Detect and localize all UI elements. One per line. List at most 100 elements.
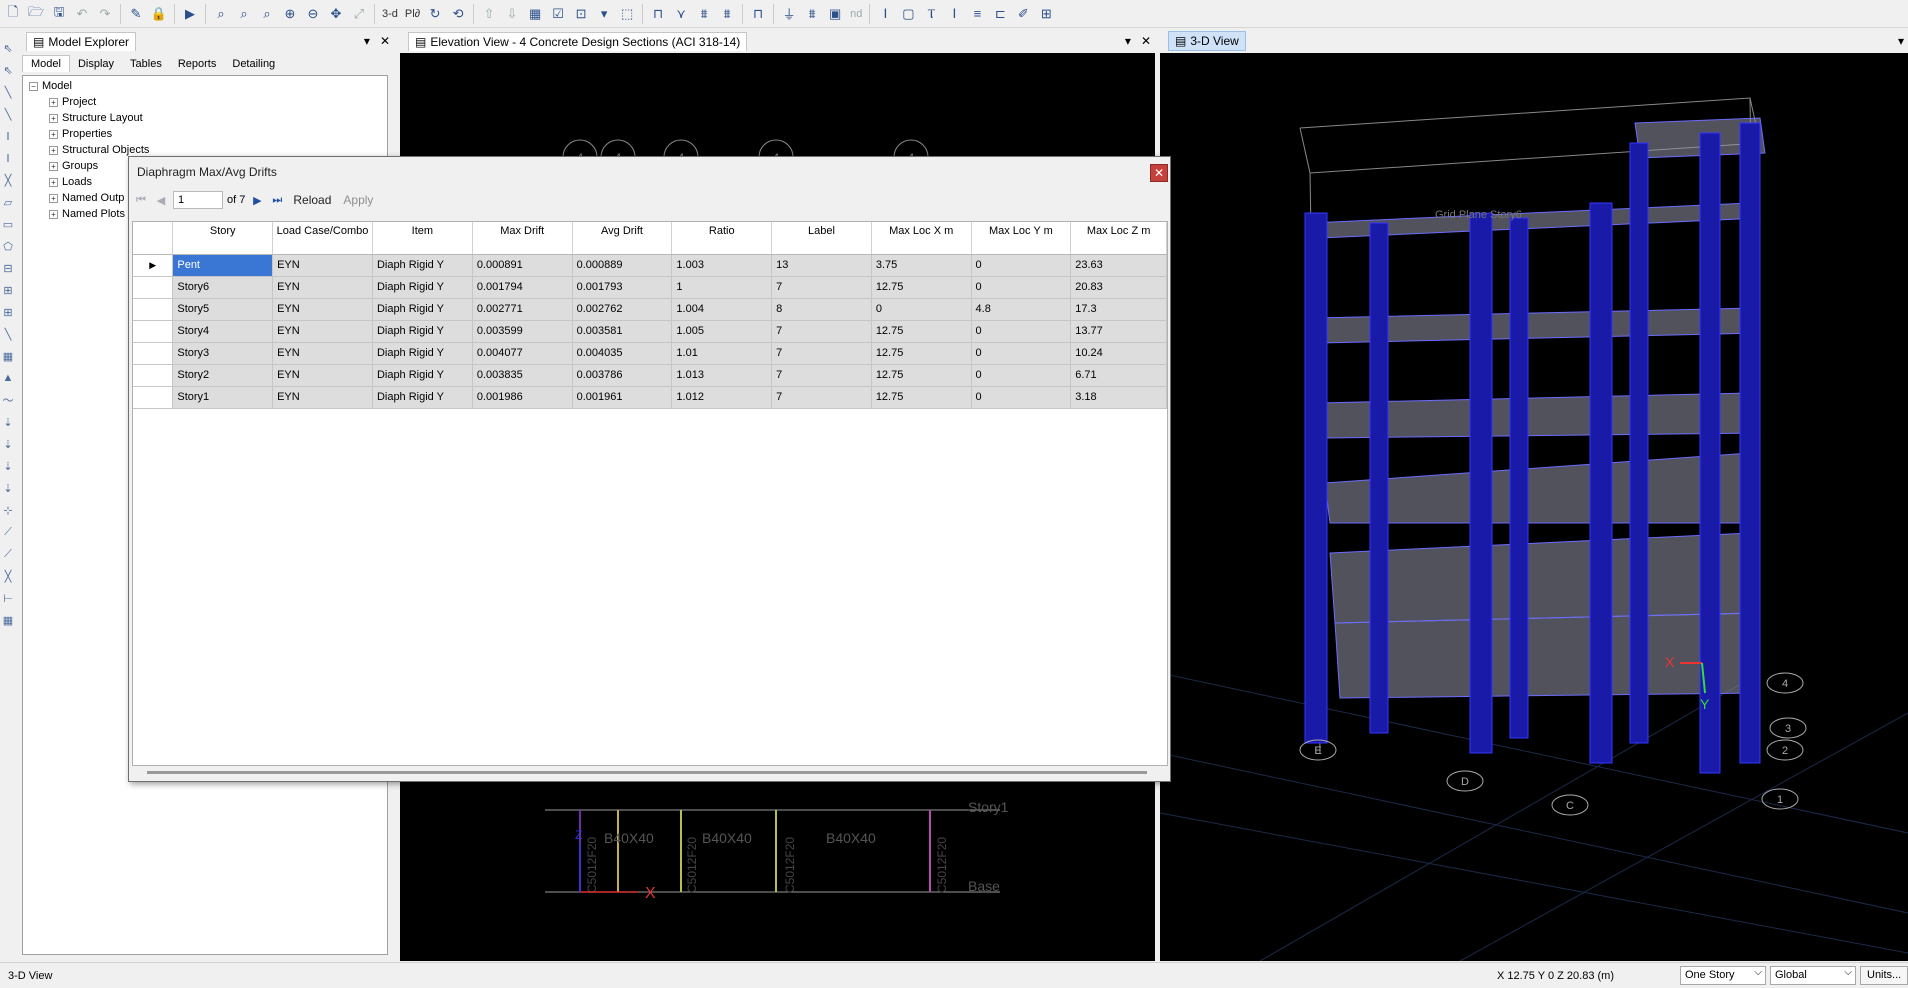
expand-icon[interactable]: +	[49, 209, 58, 219]
column-header[interactable]: Ratio	[671, 222, 773, 255]
run-analysis-icon[interactable]: ▶	[179, 3, 201, 25]
table-cell[interactable]: 3.18	[1070, 386, 1167, 409]
table-cell[interactable]: 12.75	[871, 342, 972, 365]
table-cell[interactable]: Diaph Rigid Y	[372, 320, 473, 343]
table-cell[interactable]: 23.63	[1070, 254, 1167, 277]
table-cell[interactable]: 1.005	[671, 320, 773, 343]
table-cell[interactable]: 0.001961	[572, 386, 673, 409]
line-style-icon[interactable]: ≡	[966, 3, 988, 25]
table-cell[interactable]: Diaph Rigid Y	[372, 386, 473, 409]
column-icon[interactable]: Ⲧ	[920, 3, 942, 25]
table-cell[interactable]: 13	[771, 254, 872, 277]
table-cell[interactable]: 1.012	[671, 386, 773, 409]
select-pointer-icon[interactable]: ⇖	[1, 38, 15, 58]
area-icon[interactable]: ▢	[897, 3, 919, 25]
expand-icon[interactable]: +	[49, 177, 58, 187]
table-cell[interactable]: 0.001794	[472, 276, 573, 299]
reload-button[interactable]: Reload	[289, 193, 335, 207]
table-row[interactable]: ▶ Pent EYN Diaph Rigid Y 0.000891 0.000889 1.0…	[133, 254, 1167, 277]
table-cell[interactable]: 1.013	[671, 364, 773, 387]
plan-view-button[interactable]: Pl∂	[402, 3, 423, 25]
table-cell[interactable]: 0	[971, 364, 1072, 387]
table-cell[interactable]: EYN	[272, 320, 373, 343]
last-page-icon[interactable]: ⏭	[269, 192, 285, 208]
table-cell[interactable]: 7	[771, 342, 872, 365]
units-button[interactable]: Units...	[1860, 966, 1908, 985]
column-header[interactable]: Max Loc Z m	[1070, 222, 1167, 255]
table-cell[interactable]: 0	[971, 342, 1072, 365]
expand-icon[interactable]: +	[49, 193, 58, 203]
view-3d-button[interactable]: 3-d	[379, 3, 401, 25]
pan-icon[interactable]: ✥	[325, 3, 347, 25]
redo-icon[interactable]: ↷	[94, 3, 116, 25]
expand-icon[interactable]: +	[49, 97, 58, 107]
next-page-icon[interactable]: ▶	[249, 192, 265, 208]
draw-column-icon[interactable]: Ⅰ	[1, 126, 15, 146]
table-cell[interactable]: 0	[971, 320, 1072, 343]
table-cell[interactable]: Story3	[172, 342, 274, 365]
table-cell[interactable]: 4.8	[971, 298, 1072, 321]
draw-spring-icon[interactable]: ⇣	[1, 434, 15, 454]
table-cell[interactable]: 0	[971, 386, 1072, 409]
table-cell[interactable]: 3.75	[871, 254, 972, 277]
table-cell[interactable]: EYN	[272, 298, 373, 321]
table-cell[interactable]: EYN	[272, 386, 373, 409]
zoom-previous-icon[interactable]: ⌕	[256, 3, 278, 25]
tab-detailing[interactable]: Detailing	[224, 56, 283, 72]
open-icon[interactable]: 🗁	[25, 3, 47, 25]
section-cut-icon[interactable]: ▣	[824, 3, 846, 25]
row-header[interactable]: ▶	[133, 254, 174, 277]
draw-wall-stack-icon[interactable]: ⊞	[1, 302, 15, 322]
opening-icon[interactable]: ⊏	[989, 3, 1011, 25]
row-header[interactable]	[133, 342, 174, 365]
panel-close-icon[interactable]: ✕	[1141, 34, 1151, 48]
nd-button[interactable]: nd	[847, 3, 865, 25]
table-cell[interactable]: 1.01	[671, 342, 773, 365]
support-icon[interactable]: ⏚	[778, 3, 800, 25]
tree-node-properties[interactable]: + Properties	[23, 126, 387, 142]
table-cell[interactable]: 0.003599	[472, 320, 573, 343]
tree-node-project[interactable]: + Project	[23, 94, 387, 110]
draw-rect-icon[interactable]: ▭	[1, 214, 15, 234]
table-cell[interactable]: 0.003835	[472, 364, 573, 387]
table-row[interactable]: Story4 EYN Diaph Rigid Y 0.003599 0.003581 1.…	[133, 320, 1167, 343]
column-header[interactable]: Max Drift	[472, 222, 573, 255]
perspective-icon[interactable]: ⟲	[447, 3, 469, 25]
draw-frame-icon[interactable]: ⊓	[647, 3, 669, 25]
column-header[interactable]: Max Loc X m	[871, 222, 972, 255]
table-cell[interactable]: 0.000891	[472, 254, 573, 277]
tab-reports[interactable]: Reports	[170, 56, 225, 72]
table-cell[interactable]: 17.3	[1070, 298, 1167, 321]
row-header[interactable]	[133, 386, 174, 409]
table-cell[interactable]: 7	[771, 386, 872, 409]
panel-menu-icon[interactable]: ▾	[1125, 34, 1131, 48]
table-cell[interactable]: Diaph Rigid Y	[372, 342, 473, 365]
column-header[interactable]: Item	[372, 222, 473, 255]
table-cell[interactable]: 0.004077	[472, 342, 573, 365]
table-cell[interactable]: Story6	[172, 276, 274, 299]
zoom-restore-icon[interactable]: ⌕	[233, 3, 255, 25]
undo-icon[interactable]: ↶	[71, 3, 93, 25]
draw-point-icon[interactable]: ▲	[1, 368, 15, 388]
table-cell[interactable]: 12.75	[871, 276, 972, 299]
table-cell[interactable]: Story1	[172, 386, 274, 409]
column-header[interactable]: Avg Drift	[572, 222, 673, 255]
draw-brace-icon[interactable]: ⋎	[670, 3, 692, 25]
3d-view-tab[interactable]: ▤ 3-D View	[1168, 31, 1246, 51]
column-header[interactable]: Label	[771, 222, 872, 255]
table-cell[interactable]: Diaph Rigid Y	[372, 298, 473, 321]
row-header[interactable]	[133, 320, 174, 343]
zoom-out-icon[interactable]: ⊖	[302, 3, 324, 25]
snap-end-icon[interactable]: ⟋	[1, 544, 15, 564]
tab-display[interactable]: Display	[70, 56, 122, 72]
model-explorer-tab[interactable]: ▤ Model Explorer	[26, 31, 137, 51]
draw-slab-icon[interactable]: ⩩	[716, 3, 738, 25]
snap-perp-icon[interactable]: ⊢	[1, 588, 15, 608]
table-row[interactable]: Story6 EYN Diaph Rigid Y 0.001794 0.001793 1 7…	[133, 276, 1167, 299]
expand-icon[interactable]: +	[49, 113, 58, 123]
table-cell[interactable]: EYN	[272, 342, 373, 365]
story-select[interactable]: One Story	[1680, 966, 1766, 985]
page-number-input[interactable]	[173, 191, 223, 209]
draw-wall-icon[interactable]: ⩩	[693, 3, 715, 25]
zoom-in-icon[interactable]: ⊕	[279, 3, 301, 25]
